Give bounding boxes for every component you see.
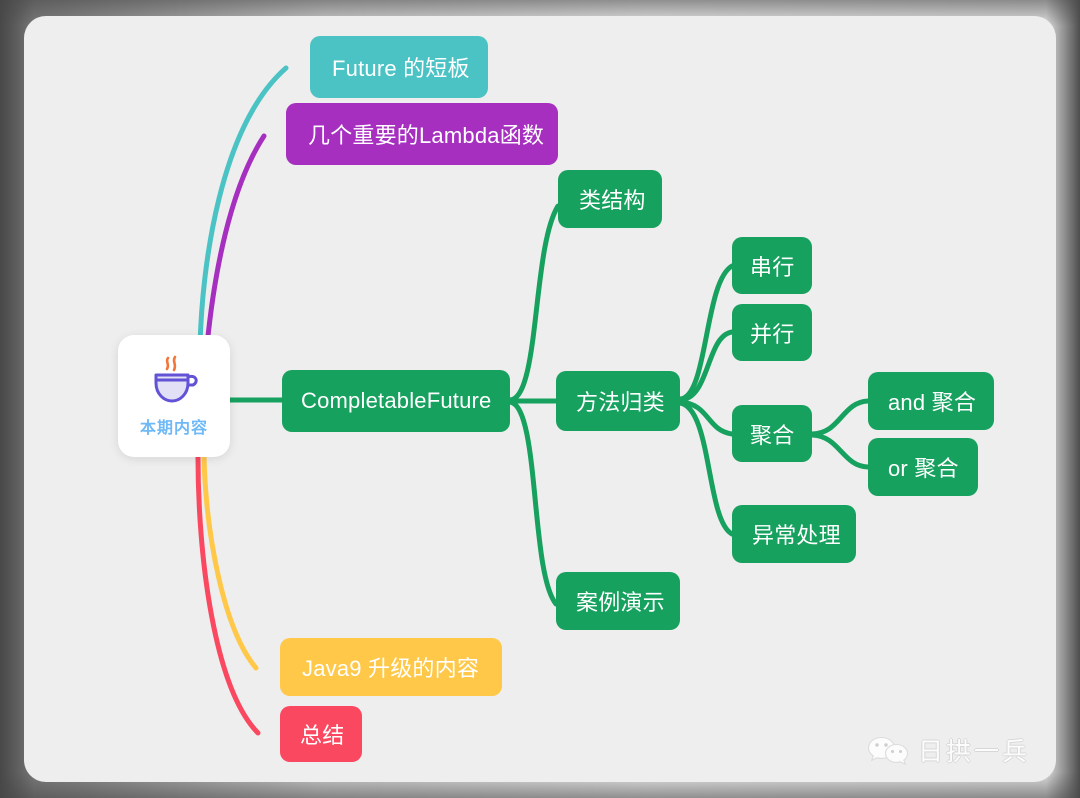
node-future-shortcoming[interactable]: Future 的短板: [310, 36, 488, 98]
node-label: CompletableFuture: [301, 388, 492, 413]
node-lambda-functions[interactable]: 几个重要的Lambda函数: [286, 103, 558, 165]
node-exception-handling[interactable]: 异常处理: [732, 505, 856, 563]
node-label: or 聚合: [888, 456, 959, 481]
connector-edge-cf-class: [507, 203, 561, 403]
watermark: 日拱一兵: [866, 732, 1030, 768]
mindmap-canvas: Future 的短板几个重要的Lambda函数类结构 CompletableFut…: [24, 16, 1056, 782]
connector-edge-root-lambda: [204, 133, 267, 349]
node-label: 并行: [750, 321, 795, 347]
connector-edge-agg-or: [809, 432, 871, 470]
node-aggregate[interactable]: 聚合: [732, 405, 812, 462]
connector-edge-root-java9: [201, 454, 259, 671]
connector-edge-cf-case: [507, 399, 559, 607]
node-serial[interactable]: 串行: [732, 237, 812, 294]
node-label: 几个重要的Lambda函数: [308, 123, 545, 148]
wechat-icon: [867, 736, 909, 766]
node-completable-future[interactable]: CompletableFuture: [282, 370, 510, 432]
node-label: 聚合: [750, 422, 795, 448]
node-class-structure[interactable]: 类结构: [558, 170, 662, 228]
watermark-text: 日拱一兵: [917, 738, 1030, 766]
node-parallel[interactable]: 并行: [732, 304, 812, 361]
root-node[interactable]: 本期内容: [118, 335, 230, 457]
root-label: 本期内容: [139, 420, 208, 437]
node-label: 案例演示: [576, 590, 665, 615]
connector-edge-mc-exception: [677, 400, 735, 537]
node-or-aggregate[interactable]: or 聚合: [868, 438, 978, 496]
node-label: Future 的短板: [332, 56, 470, 81]
node-summary[interactable]: 总结: [280, 706, 362, 762]
node-label: 类结构: [579, 188, 646, 213]
node-label: and 聚合: [888, 390, 977, 415]
node-label: 方法归类: [576, 390, 665, 415]
image-frame: Future 的短板几个重要的Lambda函数类结构 CompletableFut…: [0, 0, 1080, 798]
node-case-demo[interactable]: 案例演示: [556, 572, 680, 630]
node-and-aggregate[interactable]: and 聚合: [868, 372, 994, 430]
node-label: 异常处理: [752, 523, 841, 548]
connector-edge-agg-and: [809, 398, 871, 437]
node-method-category[interactable]: 方法归类: [556, 371, 680, 431]
node-label: 总结: [300, 723, 345, 748]
node-label: 串行: [750, 254, 795, 280]
node-label: Java9 升级的内容: [302, 656, 480, 681]
node-java9-upgrade[interactable]: Java9 升级的内容: [280, 638, 502, 696]
java-coffee-cup-icon: [154, 355, 198, 403]
